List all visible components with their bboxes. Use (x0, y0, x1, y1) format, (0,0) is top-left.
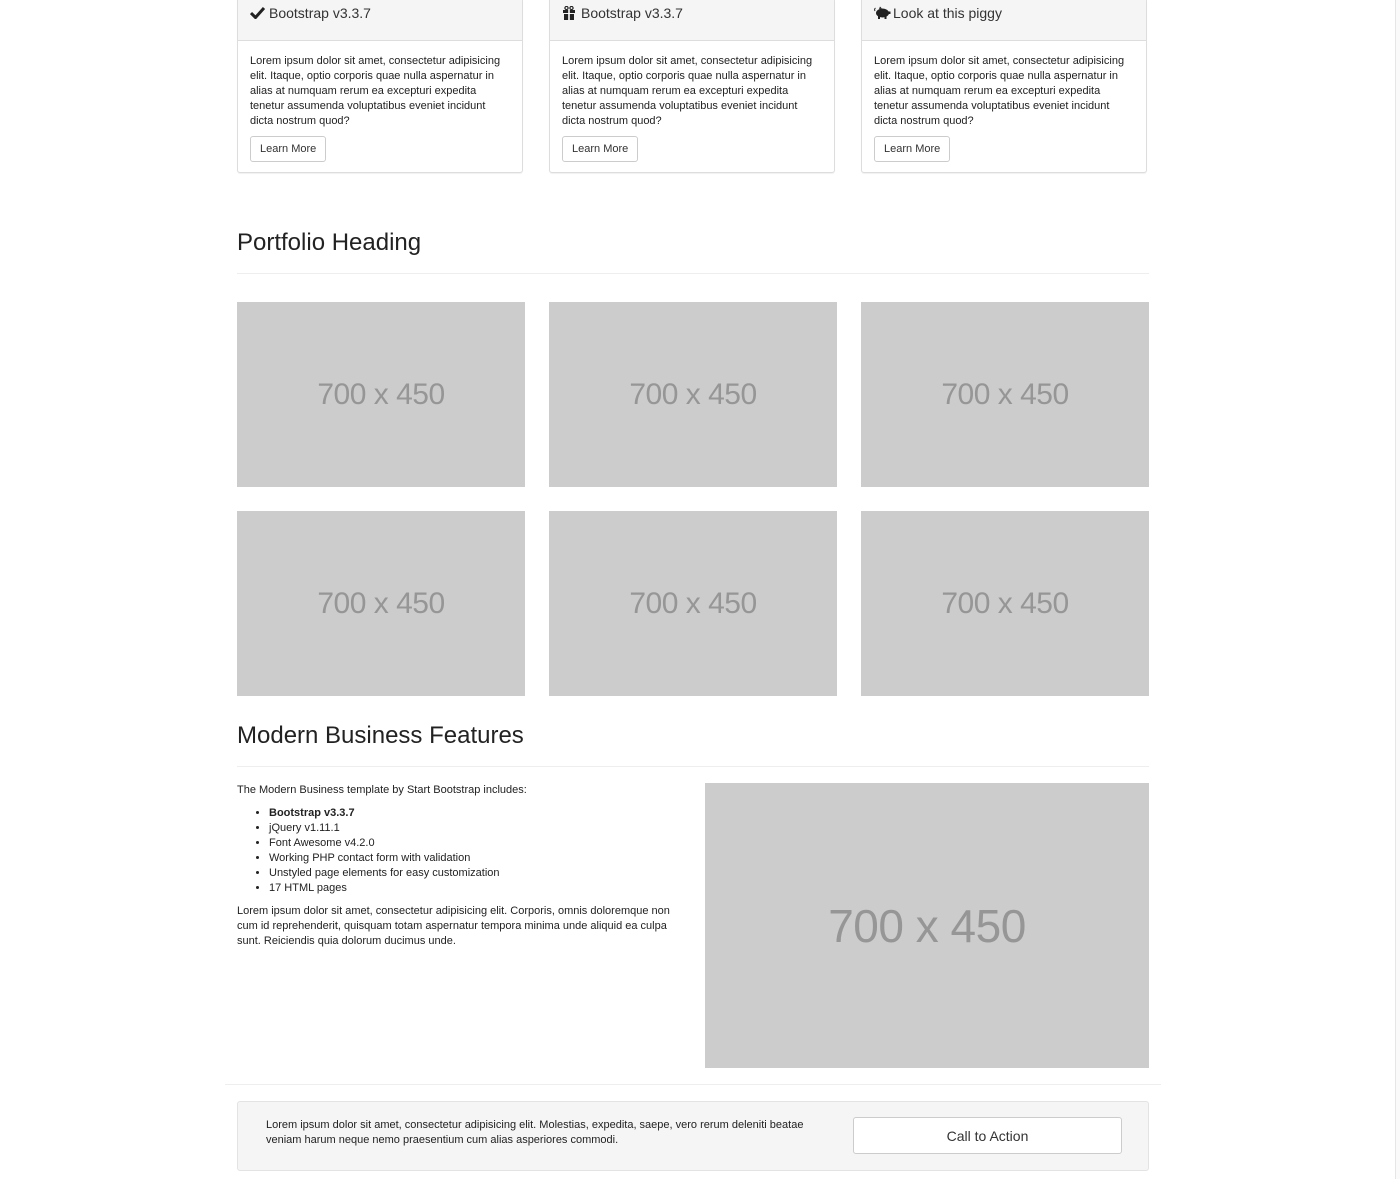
portfolio-item[interactable]: 700 x 450 (549, 511, 837, 696)
placeholder-label: 700 x 450 (629, 377, 757, 411)
panel-piggy: Look at this piggy Lorem ipsum dolor sit… (861, 0, 1147, 173)
portfolio-item[interactable]: 700 x 450 (861, 511, 1149, 696)
divider (237, 273, 1149, 274)
portfolio-item[interactable]: 700 x 450 (237, 511, 525, 696)
list-item: 17 HTML pages (269, 881, 687, 896)
list-item: jQuery v1.11.1 (269, 821, 687, 836)
panel-title: Bootstrap v3.3.7 (269, 5, 371, 21)
learn-more-button[interactable]: Learn More (874, 136, 951, 162)
panel-text: Lorem ipsum dolor sit amet, consectetur … (562, 55, 813, 127)
placeholder-label: 700 x 450 (317, 377, 445, 411)
panel-bootstrap: Bootstrap v3.3.7 Lorem ipsum dolor sit a… (237, 0, 523, 173)
placeholder-label: 700 x 450 (317, 586, 445, 620)
learn-more-button[interactable]: Learn More (250, 136, 327, 162)
panel-heading: Look at this piggy (862, 0, 1146, 41)
features-text: The Modern Business template by Start Bo… (237, 783, 687, 949)
panel-heading: Bootstrap v3.3.7 (550, 0, 834, 41)
list-item: Font Awesome v4.2.0 (269, 836, 687, 851)
features-paragraph: Lorem ipsum dolor sit amet, consectetur … (237, 905, 670, 947)
portfolio-item[interactable]: 700 x 450 (237, 302, 525, 487)
panel-heading: Bootstrap v3.3.7 (238, 0, 522, 41)
list-item: Bootstrap v3.3.7 (269, 806, 687, 821)
features-heading: Modern Business Features (237, 722, 524, 749)
piggy-bank-icon (874, 6, 891, 20)
features-intro: The Modern Business template by Start Bo… (237, 784, 527, 796)
portfolio-item[interactable]: 700 x 450 (861, 302, 1149, 487)
features-list: Bootstrap v3.3.7 jQuery v1.11.1 Font Awe… (237, 806, 687, 896)
list-item: Working PHP contact form with validation (269, 851, 687, 866)
portfolio-heading: Portfolio Heading (237, 229, 422, 256)
panel-title: Bootstrap v3.3.7 (581, 5, 683, 21)
call-to-action-well: Lorem ipsum dolor sit amet, consectetur … (237, 1101, 1149, 1171)
call-to-action-button[interactable]: Call to Action (853, 1117, 1122, 1154)
feature-image: 700 x 450 (705, 783, 1149, 1068)
panel-title: Look at this piggy (893, 5, 1002, 21)
placeholder-label: 700 x 450 (828, 899, 1026, 952)
learn-more-button[interactable]: Learn More (562, 136, 639, 162)
panel-text: Lorem ipsum dolor sit amet, consectetur … (250, 55, 501, 127)
check-icon (250, 6, 266, 20)
placeholder-label: 700 x 450 (941, 377, 1069, 411)
gift-icon (562, 6, 578, 20)
portfolio-item[interactable]: 700 x 450 (549, 302, 837, 487)
placeholder-label: 700 x 450 (629, 586, 757, 620)
cta-text: Lorem ipsum dolor sit amet, consectetur … (266, 1119, 804, 1146)
divider (237, 766, 1149, 767)
divider (225, 1084, 1161, 1085)
panel-bootstrap-gift: Bootstrap v3.3.7 Lorem ipsum dolor sit a… (549, 0, 835, 173)
placeholder-label: 700 x 450 (941, 586, 1069, 620)
list-item: Unstyled page elements for easy customiz… (269, 866, 687, 881)
panel-text: Lorem ipsum dolor sit amet, consectetur … (874, 55, 1125, 127)
scrollbar[interactable] (1395, 0, 1400, 1179)
